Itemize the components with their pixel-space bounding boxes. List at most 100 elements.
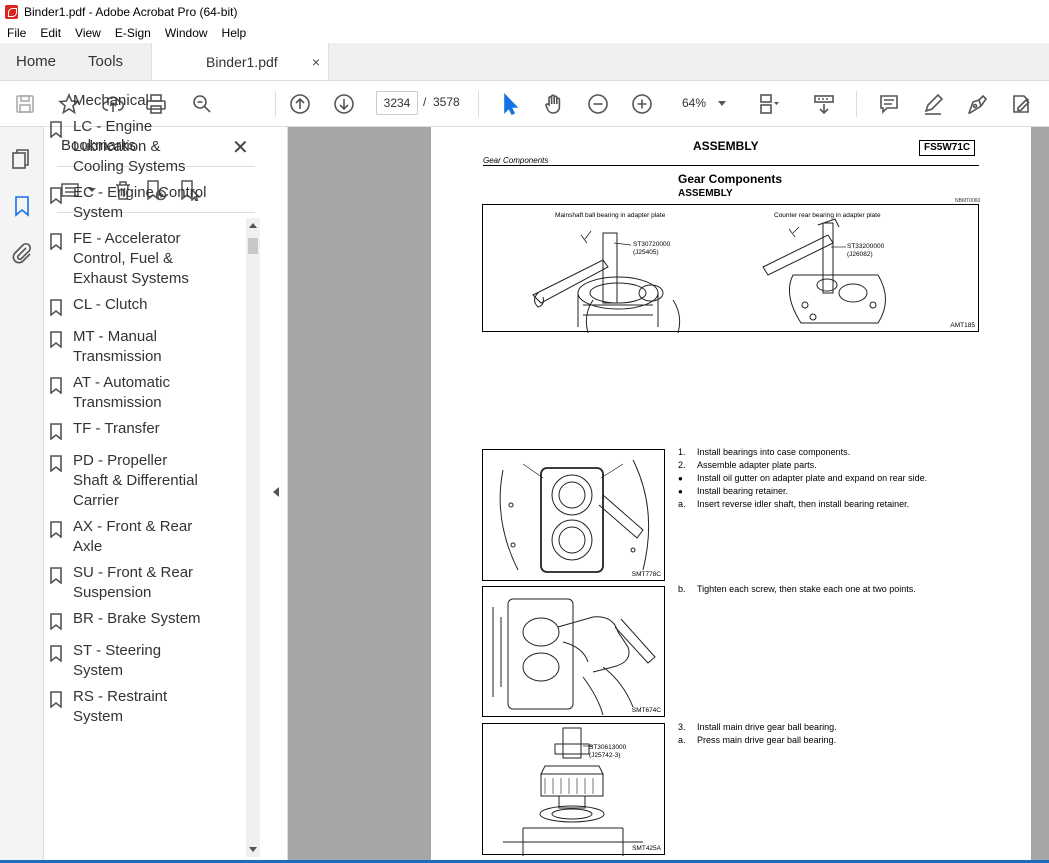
section-title: Gear Components bbox=[678, 172, 783, 186]
bookmark-label: PD - Propeller Shaft & Differential Carr… bbox=[73, 452, 198, 509]
bookmark-label: BR - Brake System bbox=[73, 610, 201, 627]
step-item: 3. Install main drive gear ball bearing. bbox=[678, 722, 837, 732]
document-tab-label: Binder1.pdf bbox=[206, 53, 278, 70]
bookmark-flag-icon bbox=[50, 691, 62, 709]
tool-number: ST30720000 bbox=[633, 241, 671, 248]
bookmark-flag-icon bbox=[50, 521, 62, 539]
menu-help[interactable]: Help bbox=[222, 26, 247, 40]
navigation-rail bbox=[0, 127, 44, 860]
step-item: a. Press main drive gear ball bearing. bbox=[678, 735, 837, 745]
tab-home[interactable]: Home bbox=[0, 43, 72, 80]
collapse-panel-icon[interactable] bbox=[273, 487, 279, 497]
model-code-box: FS5W71C bbox=[919, 140, 976, 156]
comment-icon[interactable] bbox=[876, 91, 902, 117]
bookmark-flag-icon bbox=[50, 423, 62, 441]
bookmarks-scrollbar[interactable] bbox=[246, 218, 260, 857]
adapter-plate-illustration bbox=[499, 459, 650, 573]
save-icon[interactable] bbox=[12, 91, 38, 117]
figure-caption: Mainshaft ball bearing in adapter plate bbox=[555, 212, 666, 219]
scroll-up-icon[interactable] bbox=[249, 223, 257, 228]
document-view[interactable]: ASSEMBLY FS5W71C Gear Components Gear Co… bbox=[288, 127, 1049, 860]
edit-pdf-icon[interactable] bbox=[1008, 91, 1034, 117]
menu-esign[interactable]: E-Sign bbox=[115, 26, 151, 40]
bookmark-label: EC - Engine Control System bbox=[73, 184, 207, 221]
figure-main-drive-gear: ST30613000 (J25742-3) SMT425A bbox=[482, 723, 665, 856]
bookmark-flag-icon bbox=[50, 233, 62, 251]
select-cursor-icon[interactable] bbox=[497, 91, 523, 117]
bookmark-label: CL - Clutch bbox=[73, 296, 148, 313]
menu-edit[interactable]: Edit bbox=[40, 26, 61, 40]
figure-code: SMT778C bbox=[631, 571, 661, 578]
previous-page-icon[interactable] bbox=[287, 91, 313, 117]
press-illustration bbox=[503, 727, 643, 856]
tool-number: ST30613000 bbox=[589, 744, 627, 751]
bookmark-flag-icon bbox=[50, 645, 62, 663]
page-separator: / bbox=[423, 95, 427, 109]
bookmark-flag-icon bbox=[50, 613, 62, 631]
bookmark-label: AX - Front & Rear Axle bbox=[73, 518, 193, 555]
staking-illustration bbox=[492, 598, 656, 716]
zoom-out-icon[interactable] bbox=[585, 91, 611, 117]
bookmark-flag-icon bbox=[50, 377, 62, 395]
page-number-input[interactable]: 3234 bbox=[376, 91, 418, 115]
menu-window[interactable]: Window bbox=[165, 26, 208, 40]
close-tab-icon[interactable]: × bbox=[312, 54, 320, 70]
tool-number-alt: (J26082) bbox=[847, 251, 873, 258]
scrollbar-thumb[interactable] bbox=[248, 238, 258, 254]
step-item: ● Install bearing retainer. bbox=[678, 486, 789, 496]
bookmark-label: TF - Transfer bbox=[73, 420, 160, 437]
page-layout-icon[interactable] bbox=[755, 91, 781, 117]
bookmark-flag-icon bbox=[50, 299, 62, 317]
zoom-in-icon[interactable] bbox=[629, 91, 655, 117]
bookmark-label: RS - Restraint System bbox=[73, 688, 168, 725]
panel-splitter[interactable] bbox=[266, 127, 288, 860]
highlight-pen-icon[interactable] bbox=[920, 91, 946, 117]
bookmark-label: MT - Manual Transmission bbox=[73, 328, 162, 365]
steps-block-3: 3. Install main drive gear ball bearing. … bbox=[678, 721, 978, 747]
pdf-page: ASSEMBLY FS5W71C Gear Components Gear Co… bbox=[431, 127, 1031, 860]
bookmark-label: FE - Accelerator Control, Fuel & Exhaust… bbox=[73, 230, 189, 287]
figure-staking-screws: SMT674C bbox=[482, 586, 665, 717]
steps-block-2: b. Tighten each screw, then stake each on… bbox=[678, 583, 978, 596]
scroll-mode-icon[interactable] bbox=[811, 91, 837, 117]
section-subtitle: ASSEMBLY bbox=[678, 188, 733, 199]
zoom-level-dropdown[interactable]: 64% bbox=[672, 91, 730, 115]
figure-adapter-plate: SMT778C bbox=[482, 449, 665, 581]
toolbar-separator bbox=[478, 91, 479, 117]
step-item: 2. Assemble adapter plate parts. bbox=[678, 460, 817, 470]
chevron-down-icon bbox=[718, 101, 726, 106]
tab-bar: Home Tools Binder1.pdf × bbox=[0, 43, 1049, 81]
step-item: ● Install oil gutter on adapter plate and… bbox=[678, 473, 928, 483]
toolbar-separator bbox=[856, 91, 857, 117]
bookmark-flag-icon bbox=[50, 331, 62, 349]
bookmark-label: LC - Engine Lubrication & Cooling System… bbox=[73, 118, 186, 175]
scroll-down-icon[interactable] bbox=[249, 847, 257, 852]
bearing-illustration bbox=[532, 218, 886, 333]
page-heading: ASSEMBLY bbox=[693, 139, 759, 153]
header-rule bbox=[483, 165, 979, 166]
figure-code: SMT425A bbox=[632, 845, 661, 852]
next-page-icon[interactable] bbox=[331, 91, 357, 117]
page-thumbnails-icon[interactable] bbox=[10, 147, 34, 171]
tool-number: ST33200000 bbox=[847, 243, 885, 250]
bookmark-label: AT - Automatic Transmission bbox=[73, 374, 170, 411]
step-item: 1. Install bearings into case components. bbox=[678, 447, 851, 457]
tool-number-alt: (J25742-3) bbox=[589, 752, 621, 759]
attachments-paperclip-icon[interactable] bbox=[10, 241, 34, 265]
menu-view[interactable]: View bbox=[75, 26, 101, 40]
step-item: a. Insert reverse idler shaft, then insta… bbox=[678, 499, 910, 509]
fill-sign-icon[interactable] bbox=[964, 91, 990, 117]
title-bar: Binder1.pdf - Adobe Acrobat Pro (64-bit) bbox=[0, 0, 1049, 23]
bookmark-flag-icon bbox=[50, 567, 62, 585]
bookmark-label: SU - Front & Rear Suspension bbox=[73, 564, 194, 601]
menu-file[interactable]: File bbox=[7, 26, 26, 40]
bookmarks-panel-icon[interactable] bbox=[10, 194, 34, 218]
tab-tools[interactable]: Tools bbox=[72, 43, 139, 80]
zoom-level-value: 64% bbox=[682, 96, 707, 110]
figure-bearing-installation: Mainshaft ball bearing in adapter plate … bbox=[482, 204, 979, 333]
steps-block-1: 1. Install bearings into case components.… bbox=[678, 446, 978, 511]
hand-tool-icon[interactable] bbox=[541, 91, 567, 117]
acrobat-app-icon bbox=[5, 4, 18, 19]
bookmark-flag-icon bbox=[50, 455, 62, 473]
tab-document[interactable]: Binder1.pdf × bbox=[151, 43, 330, 80]
